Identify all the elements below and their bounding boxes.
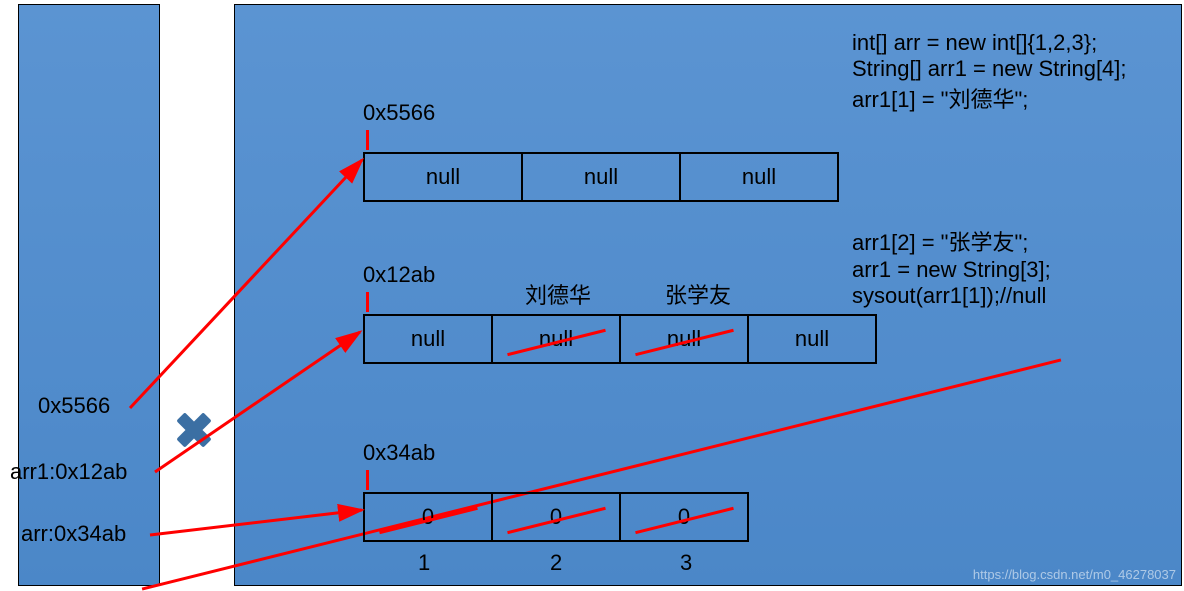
cell-5566-2: null	[679, 152, 839, 202]
tick-0x12ab	[366, 292, 369, 312]
cell-34ab-0: 0	[363, 492, 493, 542]
tick-0x5566	[366, 130, 369, 150]
stack-panel	[18, 4, 160, 586]
cell-12ab-1: null	[491, 314, 621, 364]
cross-icon	[174, 410, 214, 450]
cell-12ab-0: null	[363, 314, 493, 364]
cell-5566-0: null	[363, 152, 523, 202]
index-1: 2	[550, 550, 562, 576]
index-2: 3	[680, 550, 692, 576]
stack-addr-5566: 0x5566	[38, 393, 110, 419]
addr-0x5566: 0x5566	[363, 100, 435, 126]
array-0x5566: null null null	[363, 152, 839, 202]
stack-arr1-entry: arr1:0x12ab	[10, 459, 1184, 485]
code-bottom: arr1[2] = "张学友"; arr1 = new String[3]; s…	[852, 225, 1051, 309]
addr-0x12ab: 0x12ab	[363, 262, 435, 288]
cell-12ab-2: null	[619, 314, 749, 364]
cell-12ab-3: null	[747, 314, 877, 364]
overwrite-label-0: 刘德华	[525, 278, 591, 310]
cell-5566-1: null	[521, 152, 681, 202]
stack-arr-entry: arr:0x34ab	[21, 521, 126, 547]
code-top: int[] arr = new int[]{1,2,3}; String[] a…	[852, 30, 1127, 114]
cell-34ab-2: 0	[619, 492, 749, 542]
index-0: 1	[418, 550, 430, 576]
array-0x12ab: null null null null	[363, 314, 877, 364]
array-0x34ab: 0 0 0	[363, 492, 749, 542]
addr-0x34ab: 0x34ab	[363, 440, 435, 466]
watermark-text: https://blog.csdn.net/m0_46278037	[973, 567, 1176, 582]
cell-34ab-1: 0	[491, 492, 621, 542]
overwrite-label-1: 张学友	[665, 278, 731, 310]
tick-0x34ab	[366, 470, 369, 490]
